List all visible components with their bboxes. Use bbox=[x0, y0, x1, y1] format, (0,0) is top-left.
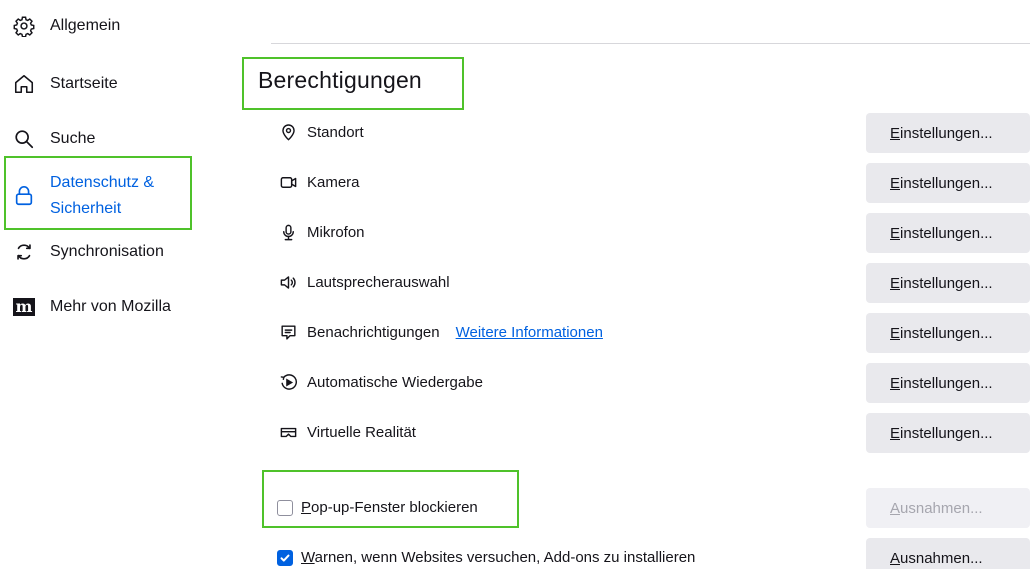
speaker-icon bbox=[277, 271, 299, 293]
camera-icon bbox=[277, 171, 299, 193]
permission-row-vr: Virtuelle Realität bbox=[277, 421, 416, 443]
permission-label: Benachrichtigungen bbox=[307, 323, 440, 341]
location-icon bbox=[277, 121, 299, 143]
permission-label: Mikrofon bbox=[307, 223, 365, 241]
sidebar-item-label: Synchronisation bbox=[50, 243, 164, 260]
popup-block-row[interactable]: Pop-up-Fenster blockieren bbox=[277, 499, 478, 516]
sync-icon bbox=[12, 240, 36, 264]
permission-label: Automatische Wiedergabe bbox=[307, 373, 483, 391]
addon-warn-label: Warnen, wenn Websites versuchen, Add-ons… bbox=[301, 549, 695, 566]
sidebar-item-sync[interactable]: Synchronisation bbox=[12, 240, 164, 264]
camera-settings-button[interactable]: Einstellungen... bbox=[866, 163, 1030, 203]
lock-icon bbox=[12, 184, 36, 208]
permission-row-notifications: Benachrichtigungen Weitere Informationen bbox=[277, 321, 603, 343]
label-text: op-up-Fenster blockieren bbox=[311, 499, 478, 516]
sidebar-item-privacy[interactable]: Datenschutz & Sicherheit bbox=[12, 170, 154, 222]
access-key: A bbox=[890, 499, 901, 517]
vr-icon bbox=[277, 421, 299, 443]
preferences-page: Allgemein Startseite Suche Datenschutz &… bbox=[0, 0, 1030, 569]
button-label: usnahmen... bbox=[900, 499, 983, 517]
gear-icon bbox=[12, 14, 36, 38]
learn-more-link[interactable]: Weitere Informationen bbox=[456, 324, 603, 341]
button-label: instellungen... bbox=[900, 174, 993, 192]
button-label: instellungen... bbox=[900, 324, 993, 342]
button-label: usnahmen... bbox=[900, 549, 983, 567]
divider bbox=[271, 43, 1030, 44]
home-icon bbox=[12, 72, 36, 96]
permission-row-microphone: Mikrofon bbox=[277, 221, 365, 243]
addon-exceptions-button[interactable]: Ausnahmen... bbox=[866, 538, 1030, 569]
sidebar-item-label: Mehr von Mozilla bbox=[50, 298, 171, 315]
checkmark-icon bbox=[280, 554, 290, 562]
sidebar-item-label-line2: Sicherheit bbox=[50, 200, 122, 217]
popup-exceptions-button[interactable]: Ausnahmen... bbox=[866, 488, 1030, 528]
search-icon bbox=[12, 127, 36, 151]
access-key: E bbox=[890, 124, 901, 142]
button-label: instellungen... bbox=[900, 224, 993, 242]
button-label: instellungen... bbox=[900, 374, 993, 392]
sidebar-item-label: Suche bbox=[50, 130, 96, 147]
sidebar-item-home[interactable]: Startseite bbox=[12, 72, 118, 96]
autoplay-settings-button[interactable]: Einstellungen... bbox=[866, 363, 1030, 403]
section-title: Berechtigungen bbox=[258, 67, 422, 93]
mozilla-icon: m bbox=[12, 295, 36, 319]
microphone-icon bbox=[277, 221, 299, 243]
access-key: E bbox=[890, 274, 901, 292]
notifications-settings-button[interactable]: Einstellungen... bbox=[866, 313, 1030, 353]
autoplay-icon bbox=[277, 371, 299, 393]
speaker-settings-button[interactable]: Einstellungen... bbox=[866, 263, 1030, 303]
permission-row-location: Standort bbox=[277, 121, 364, 143]
permission-row-speaker: Lautsprecherauswahl bbox=[277, 271, 450, 293]
access-key: E bbox=[890, 324, 901, 342]
permission-label: Virtuelle Realität bbox=[307, 423, 416, 441]
button-label: instellungen... bbox=[900, 424, 993, 442]
access-key: A bbox=[890, 549, 901, 567]
access-key: P bbox=[301, 499, 312, 516]
notification-icon bbox=[277, 321, 299, 343]
sidebar-item-label-line1: Datenschutz & bbox=[50, 174, 155, 191]
addon-warn-checkbox[interactable] bbox=[277, 549, 293, 566]
sidebar: Allgemein Startseite Suche Datenschutz &… bbox=[0, 0, 240, 569]
permission-row-autoplay: Automatische Wiedergabe bbox=[277, 371, 483, 393]
permission-label: Standort bbox=[307, 123, 364, 141]
mozilla-logo-glyph: m bbox=[13, 298, 35, 316]
permission-label: Kamera bbox=[307, 173, 360, 191]
popup-block-label: Pop-up-Fenster blockieren bbox=[301, 499, 478, 516]
sidebar-item-more-mozilla[interactable]: m Mehr von Mozilla bbox=[12, 295, 171, 319]
permission-row-camera: Kamera bbox=[277, 171, 360, 193]
access-key: E bbox=[890, 374, 901, 392]
label-text: arnen, wenn Websites versuchen, Add-ons … bbox=[314, 549, 696, 566]
microphone-settings-button[interactable]: Einstellungen... bbox=[866, 213, 1030, 253]
button-label: instellungen... bbox=[900, 124, 993, 142]
location-settings-button[interactable]: Einstellungen... bbox=[866, 113, 1030, 153]
sidebar-item-label: Datenschutz & Sicherheit bbox=[50, 170, 154, 222]
access-key: W bbox=[301, 549, 315, 566]
sidebar-item-search[interactable]: Suche bbox=[12, 127, 95, 151]
access-key: E bbox=[890, 224, 901, 242]
permission-label: Lautsprecherauswahl bbox=[307, 273, 450, 291]
vr-settings-button[interactable]: Einstellungen... bbox=[866, 413, 1030, 453]
addon-warn-row[interactable]: Warnen, wenn Websites versuchen, Add-ons… bbox=[277, 549, 695, 566]
sidebar-item-label: Allgemein bbox=[50, 17, 121, 34]
sidebar-item-general[interactable]: Allgemein bbox=[12, 14, 120, 38]
access-key: E bbox=[890, 424, 901, 442]
button-label: instellungen... bbox=[900, 274, 993, 292]
access-key: E bbox=[890, 174, 901, 192]
sidebar-item-label: Startseite bbox=[50, 75, 118, 92]
popup-block-checkbox[interactable] bbox=[277, 499, 293, 516]
